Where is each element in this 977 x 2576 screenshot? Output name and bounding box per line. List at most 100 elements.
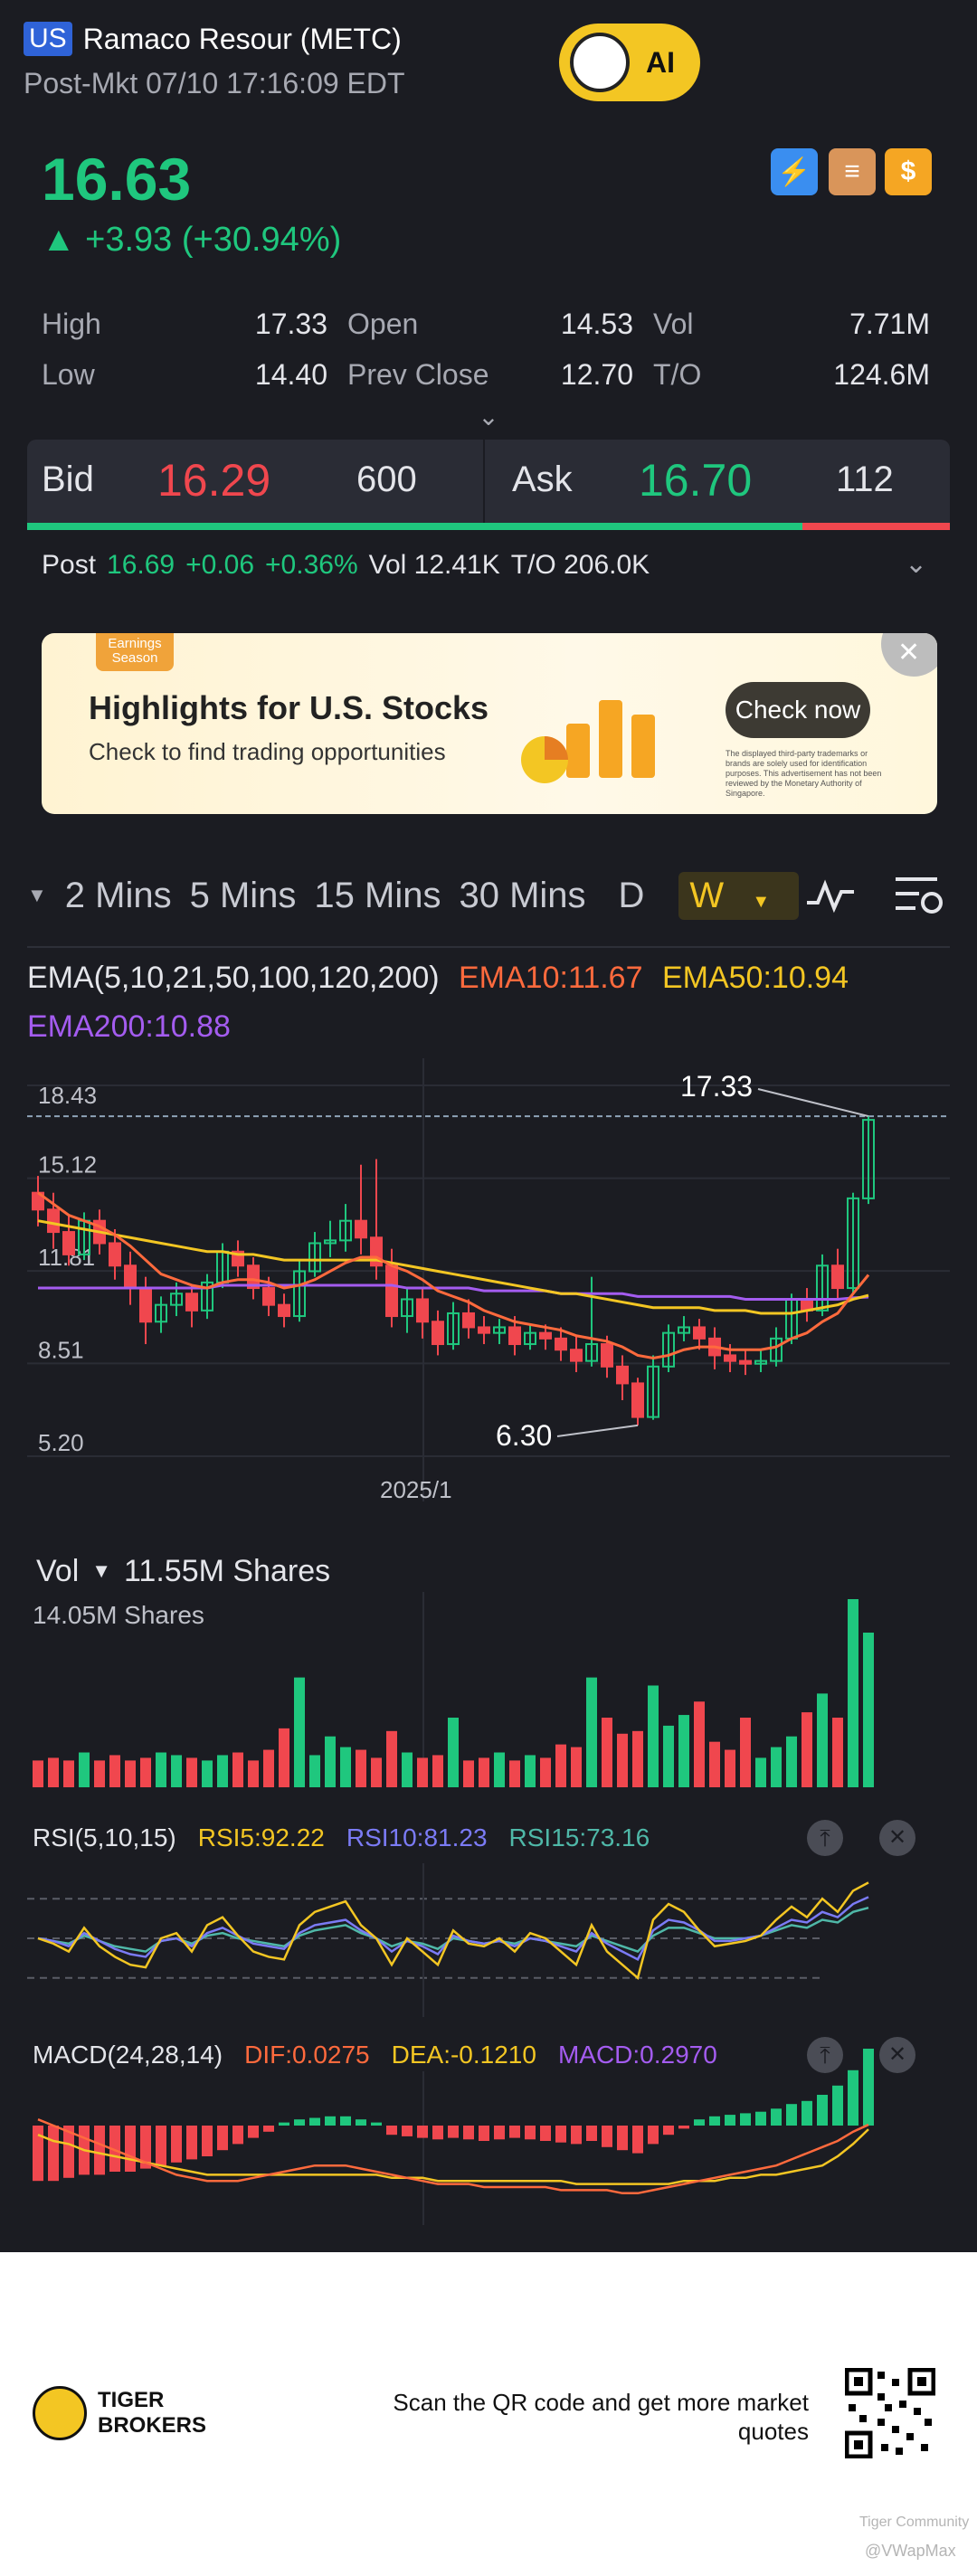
stat-label-prev-close: Prev Close (347, 358, 489, 391)
macd-histogram-bar (432, 2126, 443, 2140)
tab-2-mins[interactable]: 2 Mins (65, 876, 172, 916)
volume-bar (678, 1715, 689, 1787)
tab-5-mins[interactable]: 5 Mins (190, 876, 297, 916)
candle-body (539, 1331, 552, 1340)
check-now-button[interactable]: Check now (726, 682, 870, 738)
post-market-row: Post 16.69 +0.06 +0.36% Vol 12.41K T/O 2… (42, 550, 650, 581)
brand-line2: BROKERS (98, 2413, 207, 2438)
indicator-icon[interactable] (805, 876, 856, 915)
stat-label-high: High (42, 308, 101, 340)
macd-value: MACD:0.2970 (557, 2041, 717, 2069)
candle-body (831, 1264, 844, 1290)
post-expand-chevron-icon[interactable]: ⌄ (905, 548, 927, 580)
volume-bar (448, 1718, 459, 1787)
macd-histogram-bar (248, 2126, 259, 2138)
stat-value-vol: 7.71M (849, 308, 930, 340)
volume-bar (602, 1718, 612, 1787)
volume-bar (202, 1760, 213, 1787)
watermark-community: Tiger Community (859, 2514, 970, 2530)
flash-icon[interactable]: ⚡ (771, 148, 818, 195)
macd-histogram-bar (202, 2126, 213, 2156)
volume-bar (709, 1741, 720, 1787)
stock-name: Ramaco Resour (METC) (82, 22, 402, 55)
candle-body (185, 1293, 198, 1312)
dea-value: DEA:-0.1210 (391, 2041, 536, 2069)
rsi5-value: RSI5:92.22 (197, 1823, 325, 1852)
candle-body (62, 1231, 75, 1255)
bid-ask-divider (483, 440, 485, 523)
macd-histogram-bar (786, 2104, 797, 2126)
post-change: +0.06 (185, 550, 255, 580)
candle-body (570, 1349, 583, 1362)
price-axis-label: 15.12 (38, 1151, 97, 1179)
volume-bar (509, 1760, 520, 1787)
expand-chevron-icon[interactable]: ⌄ (470, 402, 507, 431)
volume-bar (417, 1757, 428, 1787)
volume-label: Vol (36, 1554, 80, 1588)
rsi-close-icon[interactable]: ✕ (879, 1820, 915, 1856)
ask-ratio-bar (802, 523, 950, 530)
ask-price: 16.70 (639, 455, 753, 506)
tab-day[interactable]: D (619, 876, 645, 916)
candle-body (432, 1321, 444, 1346)
macd-histogram-bar (186, 2126, 197, 2160)
macd-histogram-bar (632, 2126, 643, 2154)
macd-histogram-bar (755, 2111, 766, 2126)
rsi-legend: RSI(5,10,15) RSI5:92.22 RSI10:81.23 RSI1… (33, 1823, 650, 1852)
macd-histogram-bar (94, 2126, 105, 2175)
tabs-scroll-icon[interactable]: ▼ (27, 884, 47, 907)
volume-dropdown-icon[interactable]: ▼ (91, 1554, 111, 1589)
macd-histogram-bar (279, 2122, 289, 2126)
bid-label: Bid (42, 459, 94, 499)
volume-bar (294, 1677, 305, 1787)
volume-bar (79, 1752, 90, 1787)
volume-bar (171, 1755, 182, 1787)
volume-bar (817, 1693, 828, 1787)
volume-bar (755, 1757, 766, 1787)
banner-title: Highlights for U.S. Stocks (89, 689, 489, 726)
macd-histogram-bar (217, 2126, 228, 2151)
stack-icon[interactable]: ≡ (829, 148, 876, 195)
stat-label-low: Low (42, 358, 95, 391)
chart-settings-icon[interactable] (892, 872, 946, 919)
rsi-pin-icon[interactable]: ⤒ (807, 1820, 843, 1856)
candle-body (478, 1326, 490, 1334)
session-time: Post-Mkt 07/10 17:16:09 EDT (24, 67, 405, 99)
volume-bar (140, 1757, 151, 1787)
tab-week[interactable]: W ▼ (678, 871, 800, 920)
candle-body (739, 1359, 752, 1365)
post-label: Post (42, 550, 97, 580)
volume-bar (694, 1701, 705, 1787)
chart-illustration-icon (521, 700, 655, 783)
ai-button[interactable]: AI (559, 24, 700, 101)
share-footer: TIGER BROKERS Scan the QR code and get m… (0, 2252, 977, 2576)
macd-close-icon[interactable]: ✕ (879, 2037, 915, 2073)
tab-15-mins[interactable]: 15 Mins (314, 876, 441, 916)
ai-label: AI (646, 45, 675, 79)
macd-histogram-bar (602, 2126, 612, 2147)
macd-pin-icon[interactable]: ⤒ (807, 2037, 843, 2073)
volume-bar (156, 1752, 166, 1787)
macd-histogram-bar (494, 2126, 505, 2140)
promo-banner[interactable]: Earnings Season Highlights for U.S. Stoc… (42, 633, 937, 814)
macd-histogram-bar (525, 2126, 536, 2140)
high-annotation-leader (757, 1088, 869, 1118)
volume-bar (248, 1760, 259, 1787)
candle-body (631, 1382, 644, 1418)
ema50-value: EMA50:10.94 (661, 961, 849, 995)
volume-bar (48, 1757, 59, 1787)
tab-30-mins[interactable]: 30 Mins (459, 876, 585, 916)
volume-bar (325, 1736, 336, 1787)
volume-bar (386, 1730, 397, 1787)
ema-title: EMA(5,10,21,50,100,120,200) (27, 961, 440, 995)
macd-histogram-bar (340, 2116, 351, 2126)
candle-body (47, 1208, 60, 1234)
volume-bar (356, 1749, 366, 1787)
macd-histogram-bar (294, 2119, 305, 2126)
banner-close-icon[interactable]: ✕ (881, 633, 937, 677)
candle-body (724, 1354, 736, 1362)
dollar-icon[interactable]: $ (885, 148, 932, 195)
price-axis-label: 5.20 (38, 1429, 84, 1456)
rsi10-line (37, 1896, 869, 1962)
volume-bar (648, 1685, 659, 1787)
